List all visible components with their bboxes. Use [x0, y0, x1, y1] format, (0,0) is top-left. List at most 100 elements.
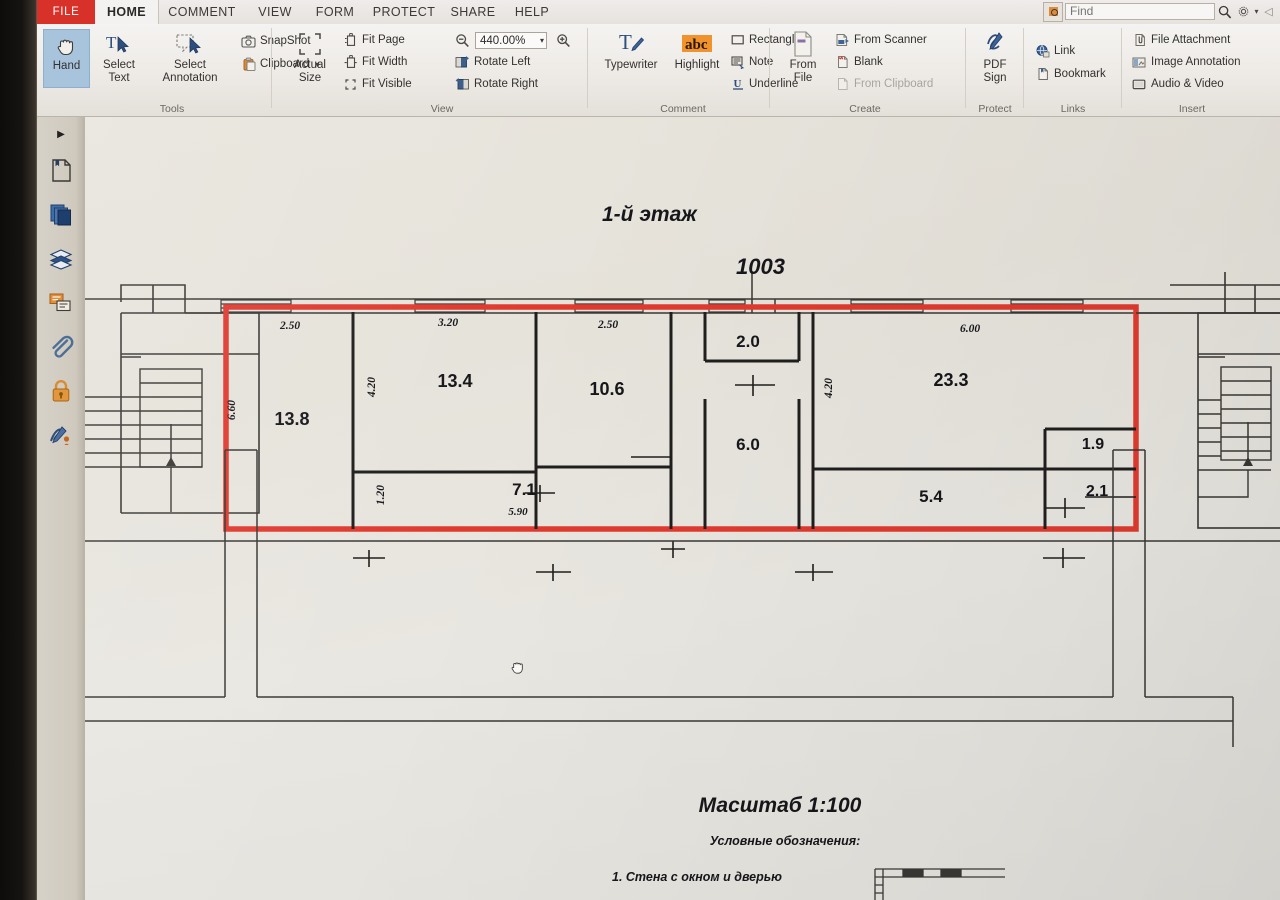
ribbon-tabstrip: FILE HOME COMMENT VIEW FORM PROTECT SHAR… — [37, 0, 1280, 25]
rotate-right-button[interactable]: Rotate Right — [454, 76, 538, 92]
pdf-page[interactable]: 1-й этаж 1003 13.8 13.4 10.6 2.0 6.0 23.… — [85, 117, 1280, 900]
tab-help[interactable]: HELP — [504, 0, 560, 24]
actual-size-button[interactable]: Actual Size — [285, 29, 335, 89]
dimension-label: 1.20 — [375, 485, 387, 505]
dimension-label: 6.00 — [960, 323, 980, 335]
bookmark-label: Bookmark — [1054, 68, 1106, 80]
fit-page-button[interactable]: Fit Page — [342, 32, 405, 48]
sidebar-item-layers[interactable] — [37, 239, 85, 283]
actual-size-label-1: Actual — [294, 59, 326, 71]
zoom-in-button[interactable] — [555, 32, 575, 48]
find-bar: ▾ ◁ — [1043, 1, 1276, 22]
typewriter-label: Typewriter — [604, 59, 658, 71]
tab-protect[interactable]: PROTECT — [366, 0, 442, 24]
screen-photo: FILE HOME COMMENT VIEW FORM PROTECT SHAR… — [0, 0, 1280, 900]
svg-text:abc: abc — [685, 37, 708, 53]
clipboard-icon — [240, 56, 257, 72]
sidebar-item-bookmarks[interactable] — [37, 151, 85, 195]
from-file-button[interactable]: From File — [779, 29, 827, 89]
tab-file[interactable]: FILE — [37, 0, 95, 24]
audio-video-icon — [1131, 76, 1148, 92]
from-scanner-button[interactable]: From Scanner — [834, 32, 927, 48]
document-canvas[interactable]: 1-й этаж 1003 13.8 13.4 10.6 2.0 6.0 23.… — [85, 117, 1280, 900]
legend-symbol-wall-window-door — [874, 868, 1005, 900]
tab-form[interactable]: FORM — [304, 0, 366, 24]
audio-video-button[interactable]: Audio & Video — [1131, 76, 1224, 92]
hand-tool-button[interactable]: Hand — [43, 29, 90, 88]
file-attachment-icon — [1131, 32, 1148, 48]
ribbon-group-insert: File Attachment Image Annotation Audio &… — [1122, 24, 1262, 116]
select-annotation-button[interactable]: Select Annotation — [149, 29, 231, 89]
ribbon-group-view: Actual Size Fit Page Fit Width Fit Visib… — [272, 24, 588, 116]
pdf-sign-button[interactable]: PDF Sign — [971, 29, 1019, 89]
typewriter-button[interactable]: T Typewriter — [596, 29, 666, 89]
fit-visible-button[interactable]: Fit Visible — [342, 76, 412, 92]
tab-view[interactable]: VIEW — [246, 0, 304, 24]
camera-icon — [240, 33, 257, 49]
select-text-button[interactable]: T Select Text — [93, 29, 145, 89]
area-label: 5.4 — [919, 487, 943, 506]
select-text-icon: T — [104, 29, 134, 59]
sidebar-item-attachments[interactable] — [37, 327, 85, 371]
hand-tool-label: Hand — [52, 60, 81, 72]
tab-comment[interactable]: COMMENT — [158, 0, 246, 24]
zoom-in-icon — [555, 32, 572, 48]
layers-icon — [48, 248, 74, 275]
highlight-label: Highlight — [674, 59, 720, 71]
blank-page-icon — [834, 54, 851, 70]
bookmark-button[interactable]: Bookmark — [1034, 66, 1106, 82]
tab-share[interactable]: SHARE — [442, 0, 504, 24]
fit-width-button[interactable]: Fit Width — [342, 54, 407, 70]
dimension-label: 2.50 — [597, 319, 618, 331]
dimension-label: 3.20 — [437, 317, 458, 329]
expand-panel-button[interactable]: ▶ — [37, 117, 85, 151]
pdf-reader-window: FILE HOME COMMENT VIEW FORM PROTECT SHAR… — [37, 0, 1280, 900]
search-icon[interactable] — [1215, 2, 1235, 21]
actual-size-icon — [295, 29, 325, 59]
note-icon — [729, 54, 746, 70]
group-label-tools: Tools — [159, 103, 185, 115]
group-label-create: Create — [849, 103, 881, 115]
from-scanner-label: From Scanner — [854, 34, 927, 46]
zoom-level-input[interactable]: 440.00% — [475, 32, 547, 49]
zoom-dropdown-caret[interactable]: ▾ — [540, 36, 544, 45]
bookmark-icon — [1034, 66, 1051, 82]
rotate-right-icon — [454, 76, 471, 92]
image-annotation-button[interactable]: Image Annotation — [1131, 54, 1241, 70]
signature-icon — [48, 423, 74, 452]
link-button[interactable]: Link — [1034, 43, 1075, 59]
select-text-label-1: Select — [103, 59, 135, 71]
sidebar-item-thumbnails[interactable] — [37, 195, 85, 239]
dimension-label: 2.50 — [279, 320, 300, 332]
file-attachment-button[interactable]: File Attachment — [1131, 32, 1230, 48]
gear-icon[interactable] — [1235, 2, 1252, 21]
note-button[interactable]: Note — [729, 54, 773, 70]
area-label: 1.9 — [1082, 436, 1104, 453]
dimension-label: 6.60 — [226, 400, 238, 420]
room-number: 1003 — [736, 254, 785, 279]
link-icon — [1034, 43, 1051, 59]
rotate-left-icon — [454, 54, 471, 70]
from-clipboard-label: From Clipboard — [854, 78, 934, 90]
sidebar-item-security[interactable] — [37, 371, 85, 415]
typewriter-icon: T — [616, 29, 646, 59]
zoom-out-button[interactable] — [454, 32, 474, 48]
area-label: 2.0 — [736, 332, 760, 351]
rotate-left-button[interactable]: Rotate Left — [454, 54, 530, 70]
highlight-button[interactable]: abc Highlight — [667, 29, 727, 89]
underline-icon: U — [729, 76, 746, 92]
blank-button[interactable]: Blank — [834, 54, 883, 70]
find-highlight-icon[interactable] — [1043, 1, 1063, 22]
search-input[interactable] — [1065, 3, 1215, 20]
sidebar-item-signatures[interactable] — [37, 415, 85, 459]
from-file-icon — [789, 29, 817, 59]
tab-home[interactable]: HOME — [95, 0, 159, 24]
area-label: 13.8 — [274, 409, 309, 429]
gear-dropdown-caret[interactable]: ▾ — [1252, 7, 1261, 16]
rectangle-icon — [729, 32, 746, 48]
ribbon-group-tools: Hand T Select Text Select Annotation Sna… — [37, 24, 319, 116]
sidebar-item-comments[interactable] — [37, 283, 85, 327]
nav-back-icon[interactable]: ◁ — [1261, 2, 1276, 21]
from-clipboard-button[interactable]: From Clipboard — [834, 76, 933, 92]
hand-icon — [54, 30, 80, 60]
